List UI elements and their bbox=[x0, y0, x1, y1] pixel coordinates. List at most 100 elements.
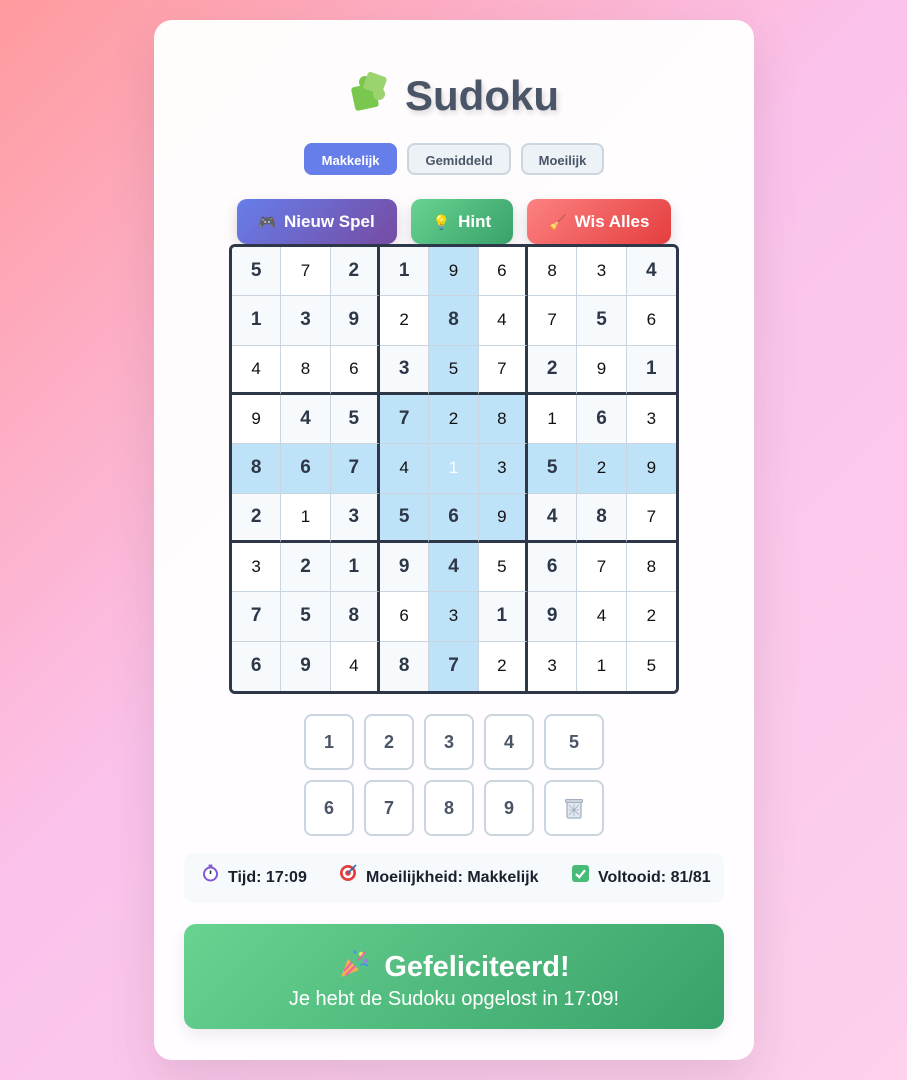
sudoku-cell-r2c2[interactable]: 3 bbox=[281, 296, 331, 346]
sudoku-cell-r7c1[interactable]: 3 bbox=[232, 542, 282, 593]
number-key-5[interactable]: 5 bbox=[544, 714, 604, 770]
sudoku-cell-r8c1[interactable]: 7 bbox=[232, 592, 282, 642]
sudoku-cell-r4c7[interactable]: 1 bbox=[527, 394, 578, 445]
number-key-7[interactable]: 7 bbox=[364, 780, 414, 836]
sudoku-cell-r6c3[interactable]: 3 bbox=[330, 493, 380, 543]
sudoku-cell-r3c3[interactable]: 6 bbox=[330, 345, 380, 395]
sudoku-cell-r7c8[interactable]: 7 bbox=[577, 542, 627, 593]
number-key-8[interactable]: 8 bbox=[424, 780, 474, 836]
sudoku-cell-r7c2[interactable]: 2 bbox=[281, 542, 331, 593]
difficulty-easy-button[interactable]: Makkelijk bbox=[303, 143, 398, 175]
sudoku-cell-r9c4[interactable]: 8 bbox=[379, 641, 430, 691]
sudoku-cell-r7c9[interactable]: 8 bbox=[626, 542, 676, 593]
number-key-3[interactable]: 3 bbox=[424, 714, 474, 770]
sudoku-cell-r1c1[interactable]: 5 bbox=[232, 247, 282, 297]
sudoku-cell-r4c2[interactable]: 4 bbox=[281, 394, 331, 445]
sudoku-cell-r7c3[interactable]: 1 bbox=[330, 542, 380, 593]
hint-button[interactable]: 💡 Hint bbox=[410, 199, 514, 244]
sudoku-cell-r2c8[interactable]: 5 bbox=[577, 296, 627, 346]
number-key-4[interactable]: 4 bbox=[484, 714, 534, 770]
sudoku-cell-r1c3[interactable]: 2 bbox=[330, 247, 380, 297]
new-game-button[interactable]: 🎮 Nieuw Spel bbox=[236, 199, 397, 244]
sudoku-cell-r6c8[interactable]: 8 bbox=[577, 493, 627, 543]
sudoku-cell-r8c6[interactable]: 1 bbox=[478, 592, 528, 642]
erase-button[interactable] bbox=[544, 780, 604, 836]
sudoku-cell-r8c2[interactable]: 5 bbox=[281, 592, 331, 642]
sudoku-cell-r2c5[interactable]: 8 bbox=[429, 296, 479, 346]
sudoku-cell-r5c6[interactable]: 3 bbox=[478, 444, 528, 494]
sudoku-cell-r2c6[interactable]: 4 bbox=[478, 296, 528, 346]
number-key-2[interactable]: 2 bbox=[364, 714, 414, 770]
sudoku-cell-r4c9[interactable]: 3 bbox=[626, 394, 676, 445]
sudoku-cell-r9c6[interactable]: 2 bbox=[478, 641, 528, 691]
sudoku-cell-r5c7[interactable]: 5 bbox=[527, 444, 578, 494]
sudoku-cell-r5c3[interactable]: 7 bbox=[330, 444, 380, 494]
sudoku-cell-r9c2[interactable]: 9 bbox=[281, 641, 331, 691]
sudoku-cell-r5c9[interactable]: 9 bbox=[626, 444, 676, 494]
sudoku-cell-r3c6[interactable]: 7 bbox=[478, 345, 528, 395]
sudoku-cell-r8c3[interactable]: 8 bbox=[330, 592, 380, 642]
sudoku-cell-r3c8[interactable]: 9 bbox=[577, 345, 627, 395]
sudoku-cell-r3c4[interactable]: 3 bbox=[379, 345, 430, 395]
sudoku-cell-r3c7[interactable]: 2 bbox=[527, 345, 578, 395]
sudoku-cell-r9c1[interactable]: 6 bbox=[232, 641, 282, 691]
sudoku-cell-r6c9[interactable]: 7 bbox=[626, 493, 676, 543]
sudoku-cell-r6c7[interactable]: 4 bbox=[527, 493, 578, 543]
number-key-6[interactable]: 6 bbox=[304, 780, 354, 836]
sudoku-cell-r1c2[interactable]: 7 bbox=[281, 247, 331, 297]
sudoku-cell-r7c4[interactable]: 9 bbox=[379, 542, 430, 593]
sudoku-cell-r5c2[interactable]: 6 bbox=[281, 444, 331, 494]
sudoku-cell-r7c7[interactable]: 6 bbox=[527, 542, 578, 593]
clear-all-button[interactable]: 🧹 Wis Alles bbox=[527, 199, 672, 244]
sudoku-cell-r8c4[interactable]: 6 bbox=[379, 592, 430, 642]
sudoku-cell-r2c9[interactable]: 6 bbox=[626, 296, 676, 346]
sudoku-cell-r1c7[interactable]: 8 bbox=[527, 247, 578, 297]
sudoku-cell-r3c1[interactable]: 4 bbox=[232, 345, 282, 395]
sudoku-cell-r4c1[interactable]: 9 bbox=[232, 394, 282, 445]
sudoku-cell-r1c8[interactable]: 3 bbox=[577, 247, 627, 297]
sudoku-cell-r5c1[interactable]: 8 bbox=[232, 444, 282, 494]
sudoku-cell-r4c8[interactable]: 6 bbox=[577, 394, 627, 445]
sudoku-cell-r6c2[interactable]: 1 bbox=[281, 493, 331, 543]
sudoku-cell-r9c5[interactable]: 7 bbox=[429, 641, 479, 691]
difficulty-medium-button[interactable]: Gemiddeld bbox=[407, 143, 511, 175]
number-key-9[interactable]: 9 bbox=[484, 780, 534, 836]
sudoku-cell-r6c1[interactable]: 2 bbox=[232, 493, 282, 543]
sudoku-cell-r2c3[interactable]: 9 bbox=[330, 296, 380, 346]
sudoku-cell-r6c6[interactable]: 9 bbox=[478, 493, 528, 543]
sudoku-cell-r9c3[interactable]: 4 bbox=[330, 641, 380, 691]
sudoku-cell-r5c5[interactable]: 1 bbox=[429, 444, 479, 494]
completed-value: Voltooid: 81/81 bbox=[598, 869, 711, 887]
sudoku-cell-r4c6[interactable]: 8 bbox=[478, 394, 528, 445]
sudoku-cell-r2c1[interactable]: 1 bbox=[232, 296, 282, 346]
sudoku-cell-r8c9[interactable]: 2 bbox=[626, 592, 676, 642]
sudoku-cell-r8c7[interactable]: 9 bbox=[527, 592, 578, 642]
sudoku-cell-r4c5[interactable]: 2 bbox=[429, 394, 479, 445]
sudoku-cell-r9c9[interactable]: 5 bbox=[626, 641, 676, 691]
difficulty-hard-button[interactable]: Moeilijk bbox=[520, 143, 605, 175]
sudoku-cell-r8c5[interactable]: 3 bbox=[429, 592, 479, 642]
sudoku-cell-r9c8[interactable]: 1 bbox=[577, 641, 627, 691]
sudoku-cell-r1c6[interactable]: 6 bbox=[478, 247, 528, 297]
sudoku-cell-r3c2[interactable]: 8 bbox=[281, 345, 331, 395]
sudoku-cell-r7c6[interactable]: 5 bbox=[478, 542, 528, 593]
sudoku-cell-r3c5[interactable]: 5 bbox=[429, 345, 479, 395]
sudoku-cell-r9c7[interactable]: 3 bbox=[527, 641, 578, 691]
sudoku-cell-r4c4[interactable]: 7 bbox=[379, 394, 430, 445]
sudoku-cell-r8c8[interactable]: 4 bbox=[577, 592, 627, 642]
sudoku-cell-r5c8[interactable]: 2 bbox=[577, 444, 627, 494]
sudoku-cell-r5c4[interactable]: 4 bbox=[379, 444, 430, 494]
sudoku-cell-r7c5[interactable]: 4 bbox=[429, 542, 479, 593]
sudoku-cell-r1c5[interactable]: 9 bbox=[429, 247, 479, 297]
sudoku-cell-r6c5[interactable]: 6 bbox=[429, 493, 479, 543]
difficulty-selector: Makkelijk Gemiddeld Moeilijk bbox=[154, 143, 754, 175]
sudoku-cell-r4c3[interactable]: 5 bbox=[330, 394, 380, 445]
sudoku-cell-r2c4[interactable]: 2 bbox=[379, 296, 430, 346]
number-key-1[interactable]: 1 bbox=[304, 714, 354, 770]
sudoku-cell-r2c7[interactable]: 7 bbox=[527, 296, 578, 346]
sudoku-cell-r1c4[interactable]: 1 bbox=[379, 247, 430, 297]
sudoku-cell-r6c4[interactable]: 5 bbox=[379, 493, 430, 543]
sudoku-cell-r1c9[interactable]: 4 bbox=[626, 247, 676, 297]
puzzle-icon bbox=[349, 71, 391, 124]
sudoku-cell-r3c9[interactable]: 1 bbox=[626, 345, 676, 395]
